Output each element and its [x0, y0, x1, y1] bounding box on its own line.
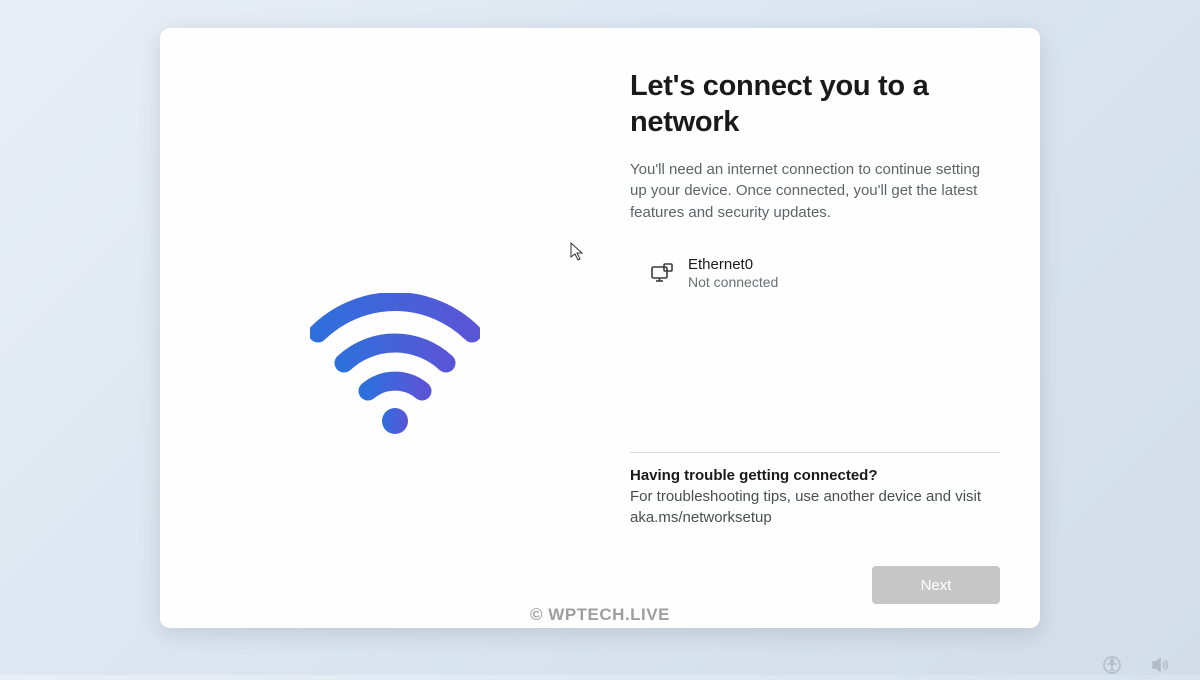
accessibility-icon[interactable]	[1102, 655, 1122, 671]
volume-icon[interactable]	[1150, 655, 1170, 671]
network-item-ethernet[interactable]: Ethernet0 Not connected	[630, 252, 1000, 294]
help-section: Having trouble getting connected? For tr…	[630, 467, 1000, 528]
page-subtitle: You'll need an internet connection to co…	[630, 159, 1000, 224]
system-tray	[1102, 655, 1170, 671]
ethernet-icon	[650, 261, 674, 285]
help-text: For troubleshooting tips, use another de…	[630, 486, 1000, 528]
next-button[interactable]: Next	[872, 566, 1000, 604]
illustration-panel	[160, 28, 630, 628]
help-title: Having trouble getting connected?	[630, 467, 1000, 484]
button-row: Next	[630, 566, 1000, 604]
network-name: Ethernet0	[688, 256, 778, 273]
network-status: Not connected	[688, 274, 778, 290]
spacer	[630, 294, 1000, 452]
network-info: Ethernet0 Not connected	[688, 256, 778, 290]
divider	[630, 452, 1000, 453]
oobe-dialog: Let's connect you to a network You'll ne…	[160, 28, 1040, 628]
wifi-illustration	[310, 283, 480, 453]
page-title: Let's connect you to a network	[630, 68, 1000, 141]
content-panel: Let's connect you to a network You'll ne…	[630, 28, 1040, 628]
